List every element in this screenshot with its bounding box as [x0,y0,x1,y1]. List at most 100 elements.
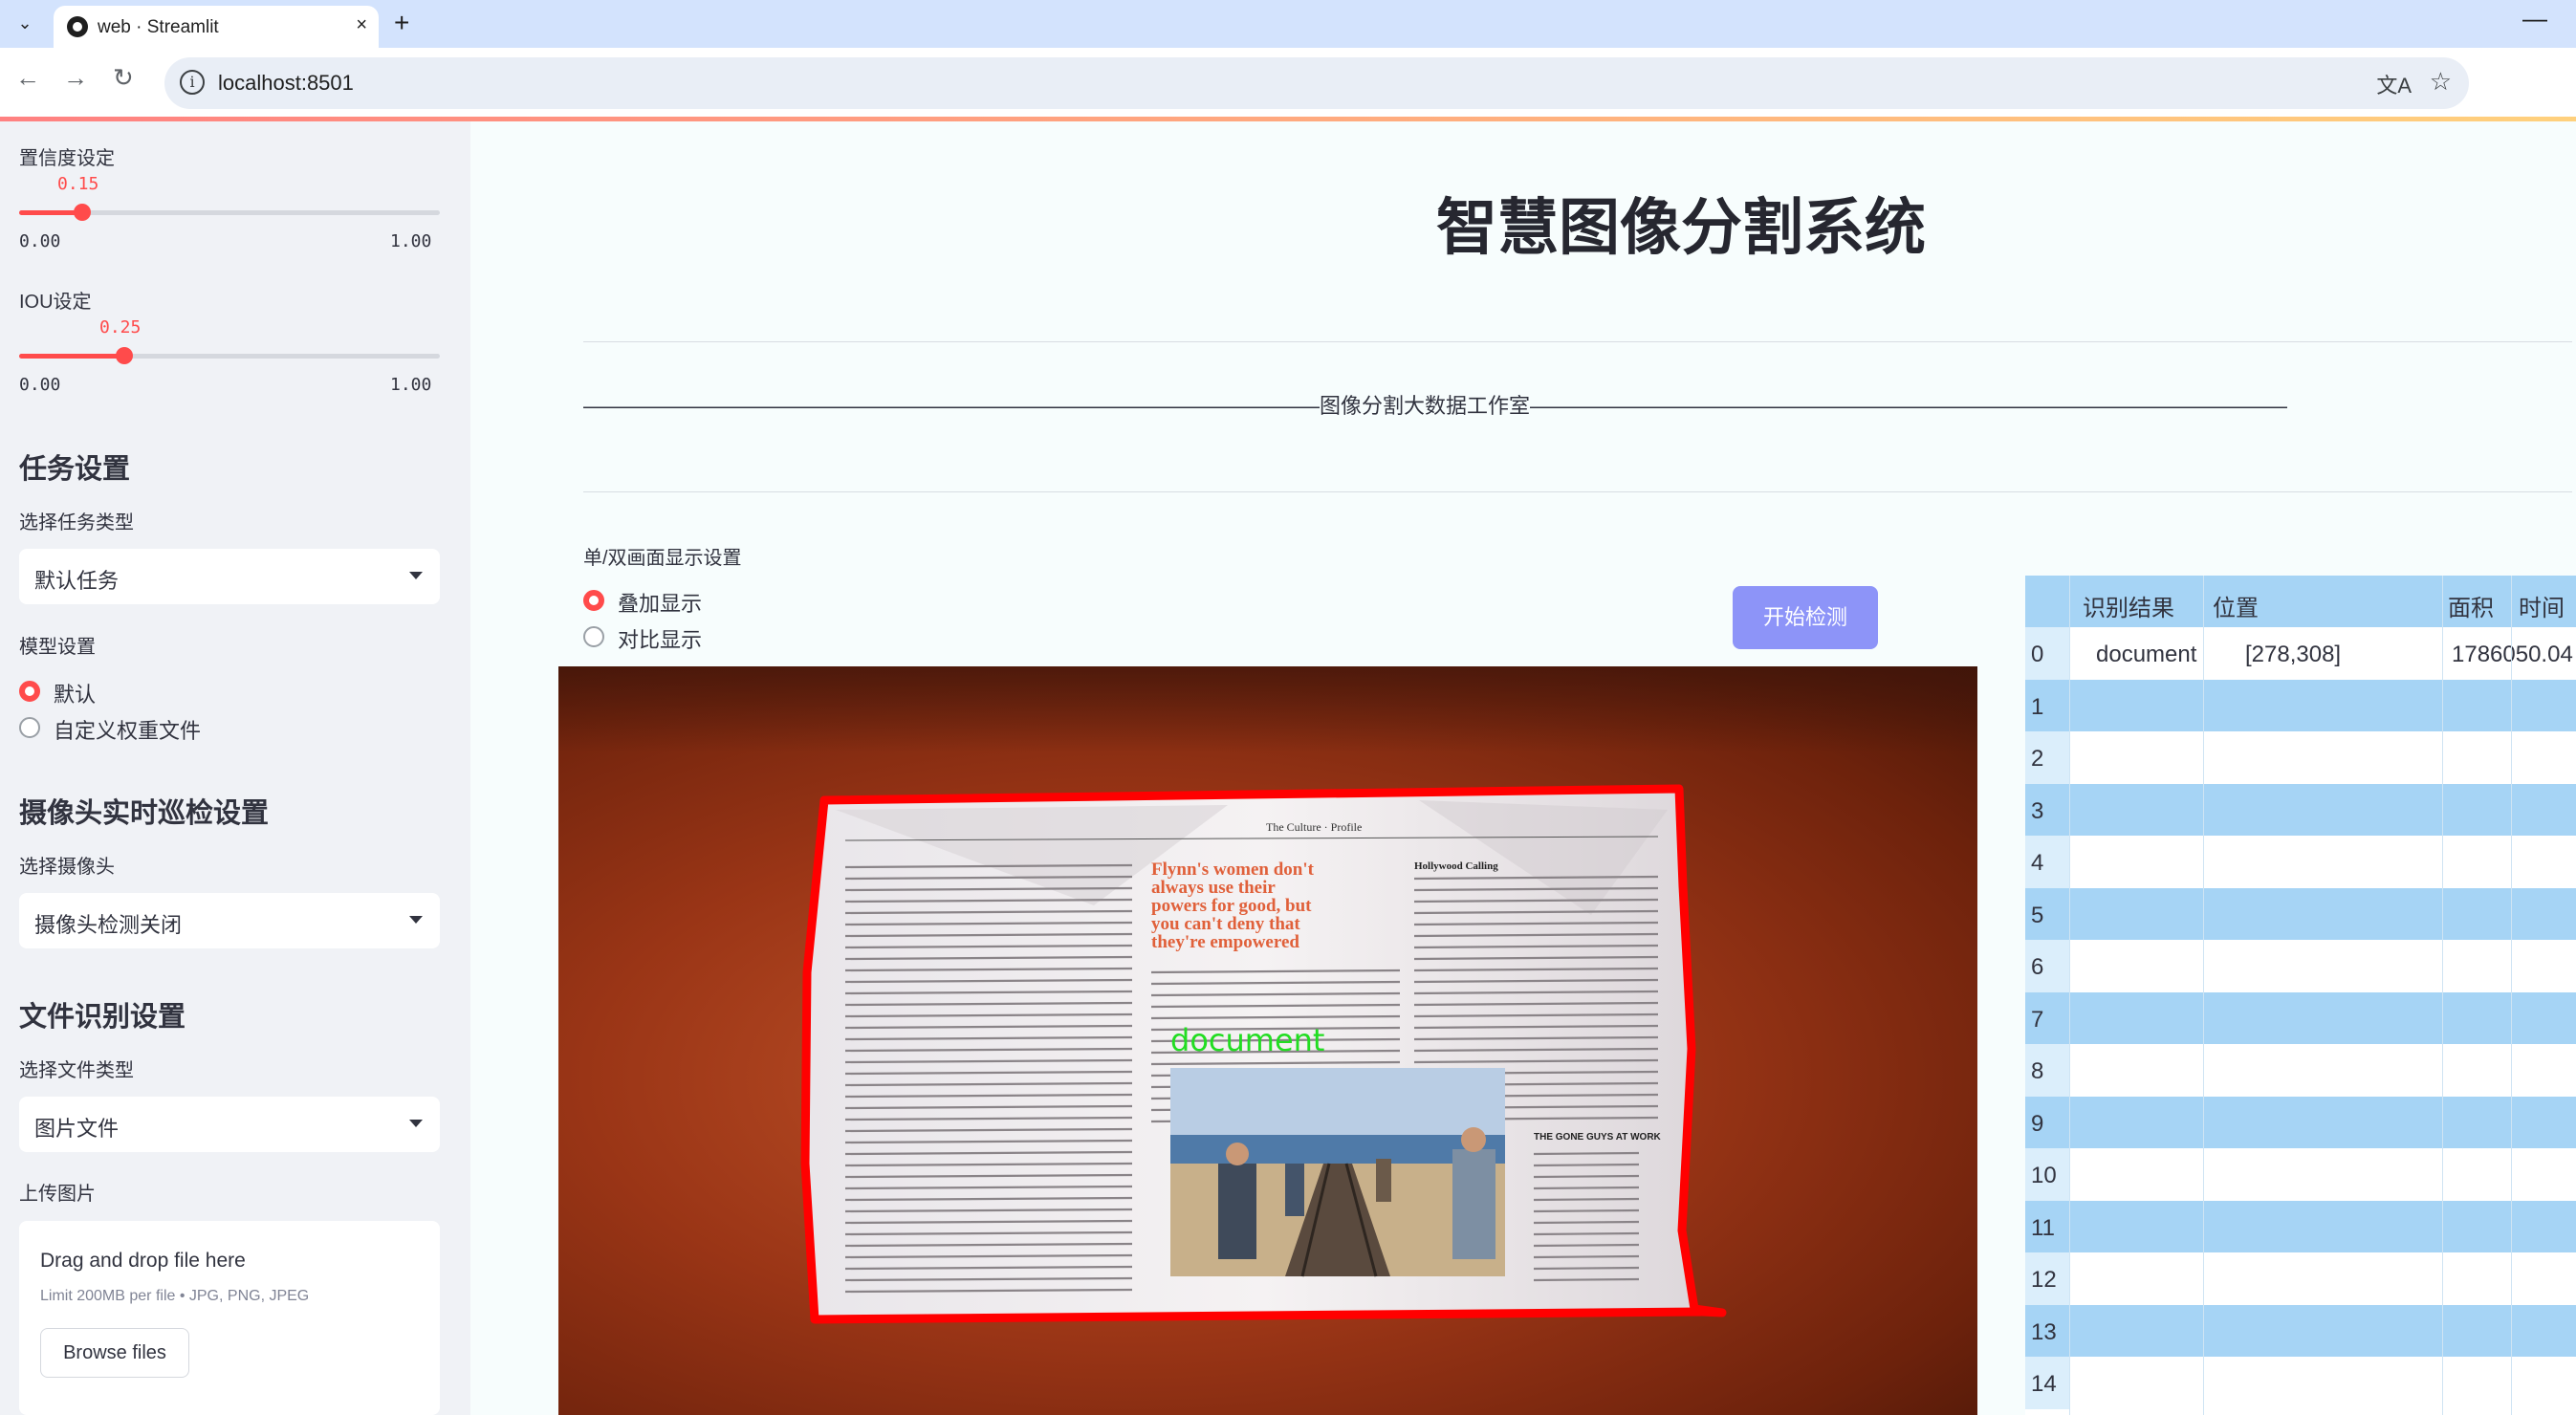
table-row[interactable]: 14 [2025,1357,2576,1409]
streamlit-favicon-icon [67,16,88,37]
column-header-area[interactable]: 面积 [2448,589,2494,622]
display-mode-label: 单/双画面显示设置 [583,548,742,569]
camera-select-value: 摄像头检测关闭 [34,913,183,937]
table-row[interactable]: 0 document [278,308] 1786050.04 [2025,627,2576,680]
upload-label: 上传图片 [19,1184,96,1205]
address-bar[interactable]: i localhost:8501 文A ☆ [164,57,2469,109]
row-index: 9 [2031,1110,2044,1137]
detection-label: document [1170,1022,1324,1058]
close-tab-icon[interactable]: × [356,14,367,36]
file-type-select[interactable]: 图片文件 [19,1097,440,1152]
model-custom-label[interactable]: 自定义权重文件 [54,714,201,745]
row-index: 7 [2031,1006,2044,1033]
row-index: 5 [2031,902,2044,928]
newspaper-photo [1170,1068,1505,1277]
task-settings-heading: 任务设置 [19,454,131,485]
table-row[interactable]: 9 [2025,1096,2576,1148]
cell-area[interactable]: 1786050.04 [2452,642,2573,668]
table-row[interactable]: 10 [2025,1148,2576,1201]
task-type-label: 选择任务类型 [19,512,134,533]
dropzone-text: Drag and drop file here [40,1250,246,1272]
newspaper-headline: Flynn's women don't always use their pow… [1151,860,1319,952]
iou-value: 0.25 [99,317,142,337]
chevron-down-icon [409,1120,423,1127]
segmentation-overlay: The Culture · Profile Flynn's women don'… [800,784,1727,1324]
browser-tab[interactable]: web · Streamlit × [54,6,379,48]
browse-files-button[interactable]: Browse files [40,1328,189,1378]
translate-icon[interactable]: 文A [2376,69,2412,99]
column-header-time[interactable]: 时间 [2519,589,2565,622]
file-dropzone[interactable]: Drag and drop file here Limit 200MB per … [19,1221,440,1415]
chevron-down-icon [409,572,423,579]
divider [583,341,2572,342]
task-type-select[interactable]: 默认任务 [19,549,440,604]
row-index: 6 [2031,954,2044,980]
confidence-label: 置信度设定 [19,148,115,169]
iou-slider[interactable] [19,347,440,364]
table-row[interactable]: 1 [2025,679,2576,731]
cell-position[interactable]: [278,308] [2245,642,2341,668]
table-row[interactable]: 6 [2025,940,2576,992]
results-table[interactable]: 识别结果 位置 面积 时间 0 document [278,308] 1786050.… [2025,576,2576,1415]
newspaper-header: The Culture · Profile [1266,820,1362,834]
model-default-radio[interactable] [19,681,40,702]
reload-icon[interactable]: ↻ [113,63,134,93]
file-type-value: 图片文件 [34,1117,120,1141]
iou-slider-fill [19,354,124,359]
bookmark-star-icon[interactable]: ☆ [2430,67,2452,97]
column-divider [2203,576,2204,1415]
column-divider [2511,576,2512,1415]
cell-result[interactable]: document [2096,642,2196,668]
overlay-display-radio[interactable] [583,590,604,611]
newspaper-side-heading: Hollywood Calling [1414,860,1498,872]
table-row[interactable]: 5 [2025,887,2576,940]
column-header-position[interactable]: 位置 [2213,589,2259,622]
row-index: 11 [2031,1214,2055,1241]
table-row[interactable]: 13 [2025,1304,2576,1357]
table-row[interactable]: 8 [2025,1044,2576,1097]
minimize-window-icon[interactable]: — [2522,4,2547,33]
detection-image: The Culture · Profile Flynn's women don'… [558,666,1977,1415]
iou-label: IOU设定 [19,292,92,313]
column-header-result[interactable]: 识别结果 [2083,589,2174,622]
column-divider [2069,576,2070,1415]
tab-search-icon[interactable]: ⌄ [11,10,38,36]
compare-display-radio[interactable] [583,626,604,647]
confidence-slider-thumb[interactable] [74,204,91,221]
confidence-slider[interactable] [19,204,440,221]
task-type-value: 默认任务 [34,569,120,593]
iou-slider-thumb[interactable] [116,347,133,364]
site-info-icon[interactable]: i [180,70,205,95]
camera-select[interactable]: 摄像头检测关闭 [19,893,440,948]
divider [583,491,2572,492]
sidebar: 置信度设定 0.15 0.00 1.00 IOU设定 0.25 0.00 1.0… [0,121,470,1415]
page-title: 智慧图像分割系统 [1436,193,1926,264]
row-index: 1 [2031,693,2044,720]
url-text[interactable]: localhost:8501 [218,71,354,96]
camera-select-label: 选择摄像头 [19,857,115,878]
confidence-min: 0.00 [19,231,61,251]
row-index: 14 [2031,1371,2057,1397]
forward-arrow-icon[interactable]: → [63,63,88,93]
compare-display-label[interactable]: 对比显示 [618,623,702,654]
subtitle: ———————————————————————————————————图像分割大… [583,394,2288,418]
model-default-label[interactable]: 默认 [54,678,96,708]
table-row[interactable]: 11 [2025,1200,2576,1252]
model-custom-radio[interactable] [19,717,40,738]
row-index: 8 [2031,1058,2044,1084]
table-row[interactable]: 3 [2025,783,2576,836]
table-row[interactable]: 12 [2025,1252,2576,1305]
table-row[interactable]: 2 [2025,731,2576,784]
row-index: 13 [2031,1318,2057,1345]
overlay-display-label[interactable]: 叠加显示 [618,587,702,618]
back-arrow-icon[interactable]: ← [15,63,40,93]
new-tab-icon[interactable]: + [394,8,409,38]
row-index: 2 [2031,746,2044,772]
model-settings-label: 模型设置 [19,637,96,658]
table-row[interactable]: 7 [2025,991,2576,1044]
table-row[interactable]: 4 [2025,836,2576,888]
browser-tab-bar: ⌄ web · Streamlit × + — [0,0,2576,48]
start-detection-button[interactable]: 开始检测 [1733,586,1878,649]
row-index: 4 [2031,850,2044,876]
row-index: 12 [2031,1267,2057,1293]
